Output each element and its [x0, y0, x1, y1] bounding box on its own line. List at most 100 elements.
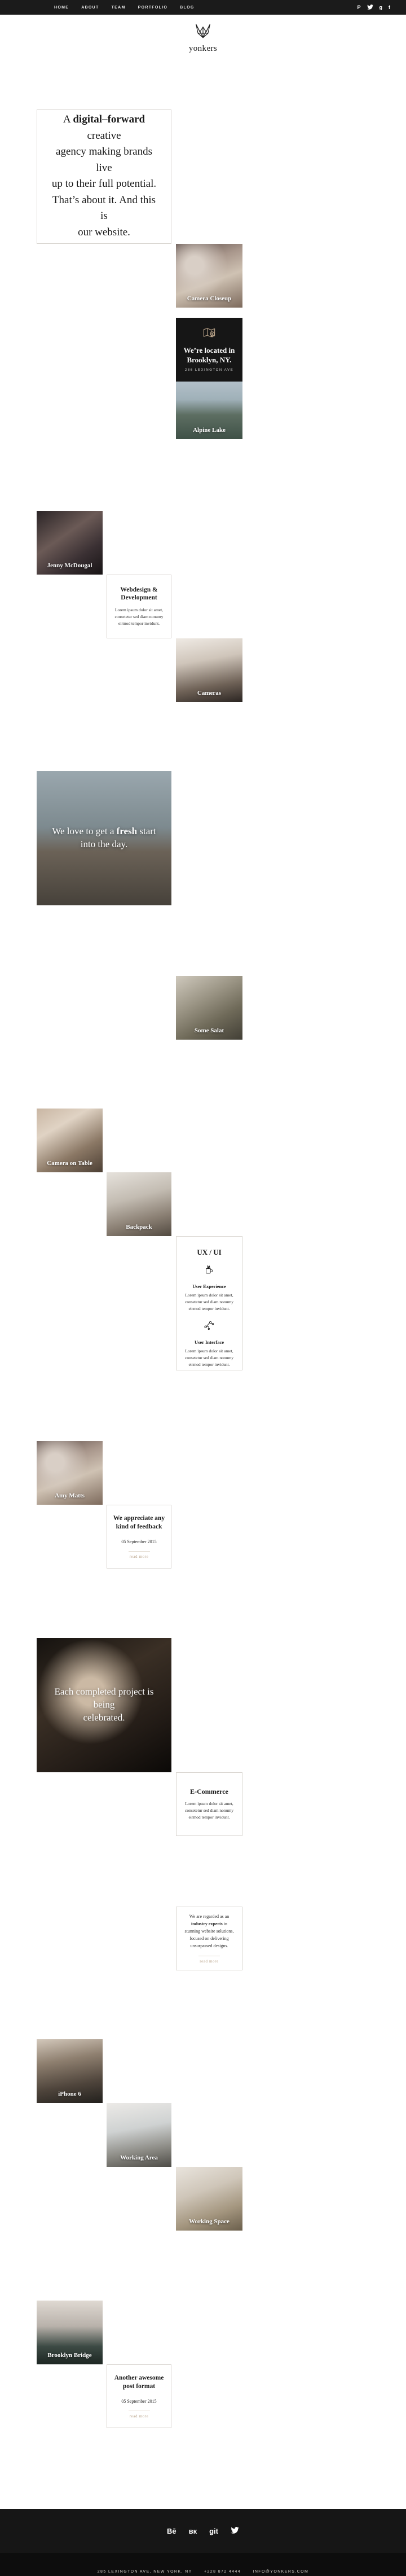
behance-icon[interactable]: Bē — [167, 2527, 176, 2535]
news-label: NEWS — [126, 2365, 152, 2366]
location-title: We’re located in Brooklyn, NY. — [183, 345, 235, 364]
portfolio-read-more-link[interactable]: read more — [198, 1959, 220, 1964]
tile-cameras[interactable]: Cameras — [176, 638, 242, 702]
brand-name[interactable]: yonkers — [0, 44, 406, 54]
twitter-icon[interactable] — [231, 2527, 239, 2535]
header-social-links: P g f — [357, 4, 390, 11]
nav-item-portfolio[interactable]: PORTFOLIO — [138, 6, 168, 10]
tile-brooklyn-bridge[interactable]: Brooklyn Bridge — [37, 2301, 103, 2364]
bezier-curve-icon — [204, 1320, 215, 1333]
tile-celebration-pie[interactable]: Each completed project is being celebrat… — [37, 1638, 171, 1772]
tile-working-space[interactable]: Working Space — [176, 2167, 242, 2231]
nav-item-team[interactable]: TEAM — [112, 6, 126, 10]
location-card[interactable]: We’re located in Brooklyn, NY. 286 LEXIN… — [176, 318, 242, 382]
hero-line-4: up to their full potential. — [51, 178, 157, 190]
portfolio-bold: industry experts — [191, 1921, 223, 1927]
twitter-icon[interactable] — [367, 4, 373, 11]
facebook-icon[interactable]: f — [389, 5, 390, 10]
footer-phone[interactable]: +228 872 4444 — [204, 2570, 241, 2574]
tile-amy-matts[interactable]: Amy Matts — [37, 1441, 103, 1505]
celebration-line-1: Each completed project is being — [54, 1686, 154, 1710]
bike-quote: We love to get a fresh start into the da… — [37, 825, 171, 851]
footer-contact-row: 285 LEXINGTON AVE, NEW YORK, NY +228 872… — [0, 2570, 406, 2574]
uxui-item-name: User Interface — [194, 1339, 224, 1346]
portfolio-body: We are regarded as an industry experts i… — [176, 1913, 242, 1950]
pencil-cup-icon — [204, 1264, 214, 1277]
map-pin-icon — [203, 327, 215, 341]
news-title: Another awesome post format — [114, 2375, 164, 2390]
tile-caption: Amy Matts — [55, 1492, 85, 1499]
tile-caption: Camera Closeup — [187, 295, 232, 302]
masonry-grid: THE AGENCY Hi, We’re Yonkers. A digital–… — [0, 60, 406, 2428]
tile-iphone-6[interactable]: iPhone 6 — [37, 2039, 103, 2103]
top-navigation-bar: HOME ABOUT TEAM PORTFOLIO BLOG P g f — [0, 0, 406, 15]
bike-quote-bold: fresh — [116, 826, 138, 837]
pinterest-icon[interactable]: P — [357, 5, 360, 10]
services-label: SERVICES — [190, 1773, 228, 1774]
hero-headline: Hi, We’re Yonkers. A digital–forward cre… — [37, 110, 171, 240]
tile-caption: Brooklyn Bridge — [47, 2352, 92, 2359]
tile-caption: Working Area — [120, 2154, 158, 2161]
news-title: We appreciate any kind of feedback — [113, 1515, 165, 1530]
nav-item-about[interactable]: ABOUT — [81, 6, 99, 10]
tile-caption: iPhone 6 — [58, 2091, 81, 2097]
news-feedback-panel: NEWS We appreciate any kind of feedback … — [107, 1505, 171, 1569]
news-read-more-link[interactable]: read more — [129, 1554, 150, 1559]
tile-caption: Some Salat — [194, 1027, 224, 1034]
footer-social-bar: Bē вк git — [0, 2509, 406, 2553]
bike-quote-pre: We love to get a — [52, 826, 117, 837]
hero-line-2-bold: digital–forward — [73, 113, 145, 126]
services-label: SERVICES — [190, 1237, 228, 1238]
tile-bike-fresh-start[interactable]: We love to get a fresh start into the da… — [37, 771, 171, 905]
services-webdesign-panel: SERVICES Webdesign & Development Lorem i… — [107, 575, 171, 638]
services-label: SERVICES — [120, 575, 158, 576]
news-read-more-link[interactable]: read more — [129, 2414, 150, 2419]
hero-line-2-post: creative — [87, 129, 121, 142]
footer-address: 285 LEXINGTON AVE, NEW YORK, NY — [97, 2570, 192, 2574]
news-date: 05 September 2015 — [121, 1539, 157, 1544]
hero-label: THE AGENCY — [81, 110, 127, 111]
uxui-title: UX / UI — [197, 1248, 222, 1256]
google-plus-icon[interactable]: g — [379, 5, 383, 10]
uxui-item-name: User Experience — [192, 1283, 226, 1289]
hero-agency-panel: THE AGENCY Hi, We’re Yonkers. A digital–… — [37, 109, 171, 244]
service-body: Lorem ipsum dolor sit amet, consetetur s… — [184, 1800, 234, 1820]
celebration-quote: Each completed project is being celebrat… — [37, 1686, 171, 1725]
portfolio-pre: We are regarded as an — [189, 1914, 230, 1920]
tile-backpack[interactable]: Backpack — [107, 1172, 171, 1236]
nav-item-home[interactable]: HOME — [54, 6, 69, 10]
news-another-panel: NEWS Another awesome post format 05 Sept… — [107, 2364, 171, 2428]
service-title: Webdesign & Development — [120, 586, 158, 602]
tile-caption: Camera on Table — [47, 1160, 92, 1167]
fox-origami-logo-icon[interactable] — [0, 23, 406, 42]
nav-item-blog[interactable]: BLOG — [180, 6, 194, 10]
tile-jenny-mcdougal[interactable]: Jenny McDougal — [37, 511, 103, 575]
git-icon[interactable]: git — [209, 2527, 218, 2535]
news-label: NEWS — [126, 1505, 152, 1506]
tile-camera-closeup[interactable]: Camera Closeup — [176, 244, 242, 308]
services-uxui-panel: SERVICES UX / UI User Experience Lorem i… — [176, 1236, 242, 1370]
services-ecommerce-panel: SERVICES E-Commerce Lorem ipsum dolor si… — [176, 1772, 242, 1836]
tile-caption: Jenny McDougal — [47, 562, 92, 569]
service-title: E-Commerce — [190, 1787, 228, 1795]
site-branding: yonkers — [0, 15, 406, 60]
uxui-item-body: Lorem ipsum dolor sit amet, consetetur s… — [184, 1348, 234, 1368]
tile-some-salat[interactable]: Some Salat — [176, 976, 242, 1040]
tile-caption: Cameras — [197, 690, 222, 696]
portfolio-label: PORTFOLIO — [188, 1907, 231, 1908]
tile-alpine-lake[interactable]: Alpine Lake — [176, 375, 242, 439]
tile-working-area[interactable]: Working Area — [107, 2103, 171, 2167]
divider — [128, 1550, 150, 1552]
hero-line-2-pre: A — [63, 113, 73, 126]
uxui-item-body: Lorem ipsum dolor sit amet, consetetur s… — [184, 1292, 234, 1311]
location-address: 286 LEXINGTON AVE — [184, 369, 234, 373]
tile-caption: Backpack — [126, 1224, 152, 1230]
news-date: 05 September 2015 — [121, 2398, 157, 2404]
tile-caption: Working Space — [189, 2218, 230, 2225]
hero-line-5: That’s about it. And this is — [52, 194, 156, 222]
footer-email[interactable]: INFO@YONKERS.COM — [253, 2570, 308, 2574]
vk-icon[interactable]: вк — [189, 2527, 197, 2535]
tile-camera-on-table[interactable]: Camera on Table — [37, 1109, 103, 1172]
portfolio-panel: PORTFOLIO We are regarded as an industry… — [176, 1907, 242, 1970]
tile-caption: Alpine Lake — [193, 427, 226, 433]
